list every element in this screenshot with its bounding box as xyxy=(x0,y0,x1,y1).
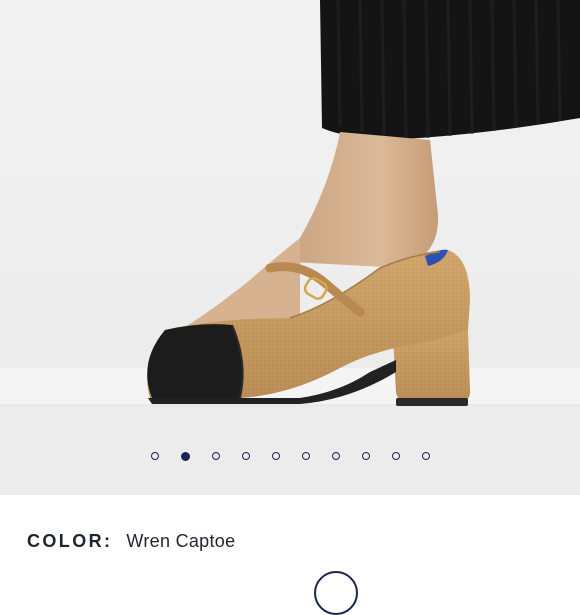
carousel-pagination xyxy=(0,449,580,463)
carousel-dot[interactable] xyxy=(391,452,400,460)
carousel-dot[interactable] xyxy=(271,452,280,460)
carousel-dot[interactable] xyxy=(211,452,220,460)
selected-color-name: Wren Captoe xyxy=(126,531,236,551)
carousel-dot[interactable] xyxy=(301,452,310,460)
color-swatch[interactable] xyxy=(314,571,358,615)
product-image xyxy=(0,0,580,495)
product-image-gallery[interactable] xyxy=(0,0,580,495)
color-label: COLOR: xyxy=(27,531,113,551)
carousel-dot[interactable] xyxy=(421,452,430,460)
carousel-dot-active[interactable] xyxy=(180,451,190,461)
carousel-dot[interactable] xyxy=(241,452,250,460)
carousel-dot[interactable] xyxy=(361,452,370,460)
carousel-dot[interactable] xyxy=(331,452,340,460)
carousel-dot[interactable] xyxy=(150,452,159,460)
color-selection-row: COLOR: Wren Captoe xyxy=(27,531,235,552)
